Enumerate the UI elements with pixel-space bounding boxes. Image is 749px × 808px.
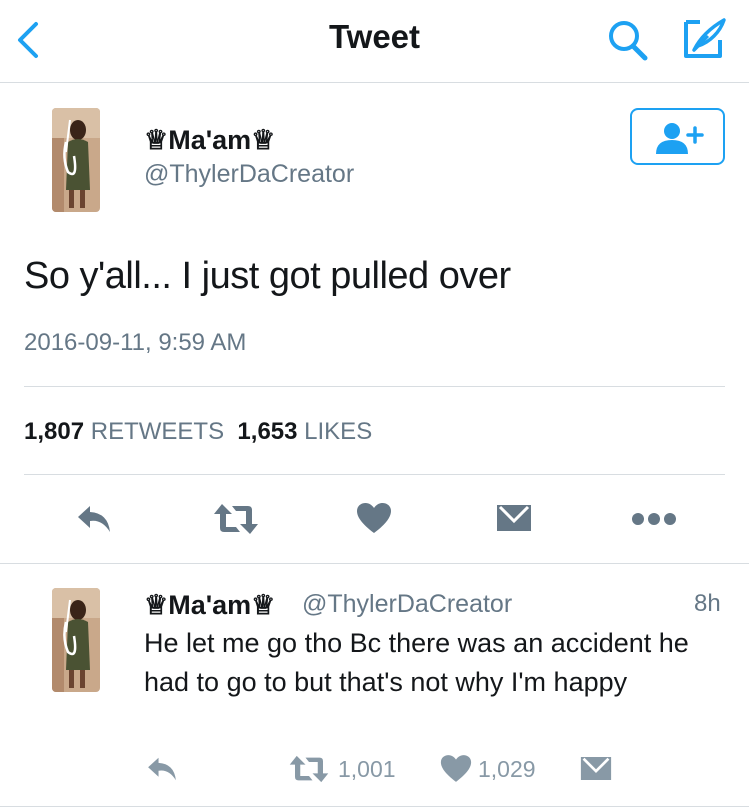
- reply-icon[interactable]: [76, 504, 112, 534]
- reply-icon[interactable]: [146, 756, 178, 782]
- heart-icon[interactable]: [356, 502, 392, 534]
- divider: [24, 386, 725, 387]
- tweet-stats: 1,807 RETWEETS 1,653 LIKES: [24, 418, 372, 446]
- more-icon[interactable]: [632, 512, 676, 526]
- search-icon[interactable]: [606, 18, 650, 62]
- compose-icon[interactable]: [680, 16, 728, 62]
- tweet-text: So y'all... I just got pulled over: [24, 255, 511, 297]
- follow-button[interactable]: [630, 108, 725, 165]
- retweets-count[interactable]: 1,807: [24, 418, 84, 445]
- avatar-image: [52, 108, 100, 212]
- display-name[interactable]: ♕Ma'am♕: [144, 125, 275, 156]
- reply-display-name[interactable]: ♕Ma'am♕: [144, 590, 275, 621]
- retweets-label[interactable]: RETWEETS: [91, 418, 224, 445]
- reply-time: 8h: [694, 590, 721, 617]
- retweet-icon[interactable]: [212, 502, 260, 536]
- likes-count[interactable]: 1,653: [237, 418, 297, 445]
- navigation-bar: Tweet: [0, 0, 749, 83]
- reply-text: He let me go tho Bc there was an acciden…: [144, 628, 689, 697]
- avatar-image: [52, 588, 100, 692]
- heart-icon[interactable]: [440, 754, 472, 783]
- reply-like-count: 1,029: [478, 756, 536, 782]
- likes-label[interactable]: LIKES: [304, 418, 372, 445]
- tweet-timestamp: 2016-09-11, 9:59 AM: [24, 329, 247, 356]
- retweet-icon[interactable]: [288, 754, 330, 784]
- reply-retweet-count: 1,001: [338, 756, 396, 782]
- user-handle[interactable]: @ThylerDaCreator: [144, 160, 354, 189]
- reply-user-handle[interactable]: @ThylerDaCreator: [302, 590, 512, 619]
- avatar[interactable]: [52, 588, 100, 692]
- message-icon[interactable]: [580, 756, 612, 781]
- avatar[interactable]: [52, 108, 100, 212]
- divider: [0, 806, 749, 807]
- message-icon[interactable]: [496, 504, 532, 532]
- follow-user-icon: [656, 123, 704, 154]
- divider: [24, 474, 725, 475]
